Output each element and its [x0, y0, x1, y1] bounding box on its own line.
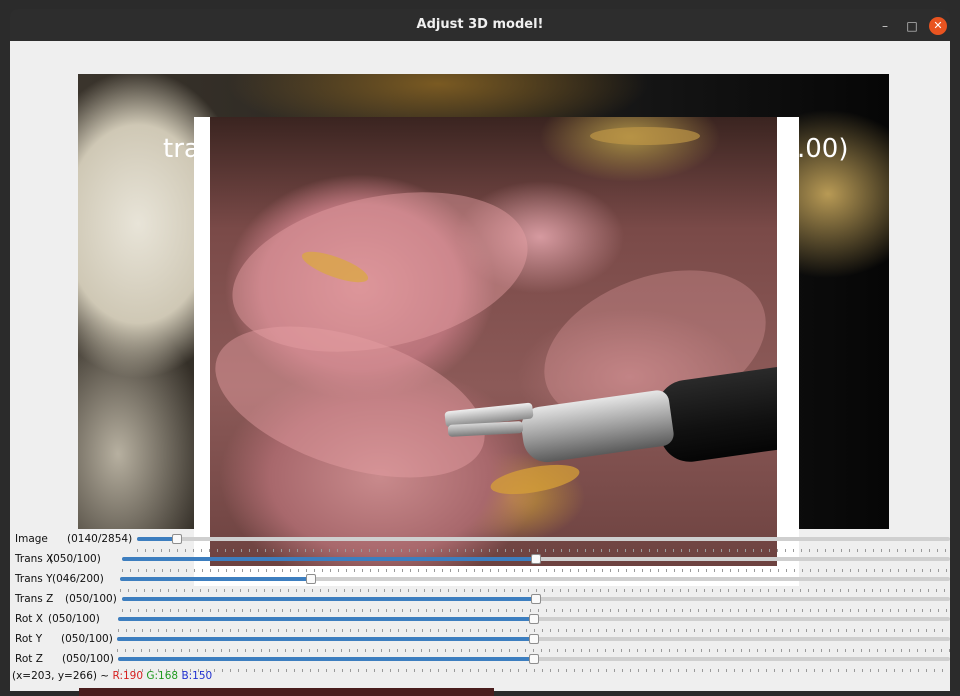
close-button[interactable]: ✕: [929, 17, 947, 35]
slider-row-trans-x: Trans X (050/100): [12, 550, 950, 572]
slider-thumb[interactable]: [529, 614, 539, 624]
slider-fill: [118, 617, 534, 621]
slider-value: (050/100): [49, 553, 101, 565]
scene-overlay-text-right: .00): [797, 134, 849, 164]
slider-track[interactable]: [137, 534, 950, 552]
tissue-fat-region: [488, 459, 582, 500]
slider-track[interactable]: [122, 554, 950, 572]
minimize-button[interactable]: –: [876, 17, 894, 35]
slider-row-trans-z: Trans Z (050/100): [12, 590, 950, 612]
slider-row-rot-x: Rot X (050/100): [12, 610, 950, 632]
slider-thumb[interactable]: [529, 654, 539, 664]
slider-fill: [122, 557, 536, 561]
slider-value: (0140/2854): [67, 533, 133, 545]
slider-label: Trans X: [15, 553, 54, 565]
slider-track[interactable]: [118, 614, 950, 632]
slider-label: Trans Y: [15, 573, 53, 585]
slider-label: Rot X: [15, 613, 43, 625]
tissue-fat-region: [590, 127, 700, 145]
maximize-button[interactable]: □: [903, 17, 921, 35]
cursor-coords: (x=203, y=266) ~: [12, 670, 110, 682]
instrument-wrist: [518, 388, 676, 466]
slider-fill: [137, 537, 177, 541]
slider-row-rot-y: Rot Y (050/100): [12, 630, 950, 652]
window-title: Adjust 3D model!: [416, 17, 544, 32]
slider-fill: [118, 657, 534, 661]
slider-track[interactable]: [122, 594, 950, 612]
slider-label: Rot Y: [15, 633, 43, 645]
slider-value: (050/100): [61, 633, 113, 645]
slider-thumb[interactable]: [306, 574, 316, 584]
pixel-red-value: R:190: [112, 670, 144, 682]
endoscope-image: [210, 117, 777, 566]
slider-row-rot-z: Rot Z (050/100): [12, 650, 950, 672]
slider-track[interactable]: [117, 634, 950, 652]
slider-thumb[interactable]: [531, 554, 541, 564]
slider-fill: [120, 577, 311, 581]
slider-label: Image: [15, 533, 48, 545]
title-bar: Adjust 3D model! – □ ✕: [10, 9, 950, 41]
slider-ticks: [118, 669, 950, 672]
status-bar: (x=203, y=266) ~ R:190 G:168 B:150: [12, 670, 212, 682]
slider-value: (050/100): [65, 593, 117, 605]
pixel-blue-value: B:150: [181, 670, 213, 682]
slider-thumb[interactable]: [529, 634, 539, 644]
slider-value: (046/200): [52, 573, 104, 585]
slider-row-image: Image (0140/2854): [12, 530, 950, 552]
slider-label: Trans Z: [15, 593, 54, 605]
slider-fill: [122, 597, 536, 601]
slider-fill: [117, 637, 534, 641]
slider-track[interactable]: [118, 654, 950, 672]
camera-frame-overlay: [194, 117, 799, 586]
slider-thumb[interactable]: [531, 594, 541, 604]
slider-value: (050/100): [48, 613, 100, 625]
window-bottom-strip: [79, 688, 494, 696]
slider-thumb[interactable]: [172, 534, 182, 544]
slider-label: Rot Z: [15, 653, 43, 665]
pixel-green-value: G:168: [146, 670, 179, 682]
slider-value: (050/100): [62, 653, 114, 665]
slider-row-trans-y: Trans Y (046/200): [12, 570, 950, 592]
slider-track[interactable]: [120, 574, 950, 592]
instrument-jaw-lower: [447, 421, 524, 437]
